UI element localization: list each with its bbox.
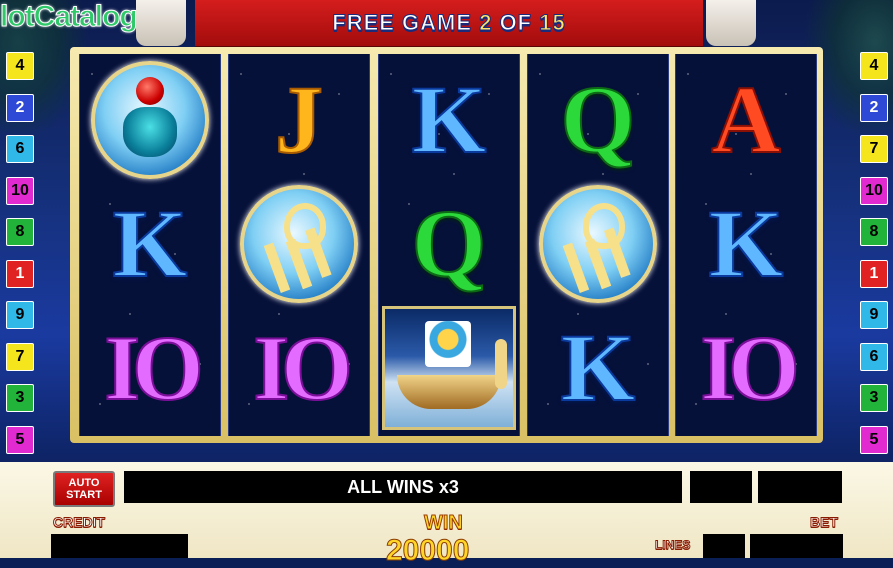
- autostart-line1: AUTO: [68, 477, 100, 489]
- payline-badge-left-10[interactable]: 10: [6, 176, 34, 205]
- bet-display: [750, 534, 843, 558]
- banner-of: OF: [499, 10, 533, 36]
- banner-current: 2: [479, 10, 493, 36]
- lines-label: LINES: [654, 538, 691, 553]
- reel-1-row-1: [80, 58, 220, 182]
- payline-badge-right-2[interactable]: 2: [860, 93, 888, 122]
- payline-badge-right-8[interactable]: 8: [860, 218, 888, 246]
- reel-3-row-2: Q: [379, 182, 519, 306]
- payline-badge-right-5[interactable]: 5: [860, 425, 888, 454]
- payline-badge-right-6[interactable]: 6: [860, 342, 888, 371]
- autostart-line2: START: [66, 489, 102, 501]
- watermark-logo: lotCatalog: [0, 0, 138, 34]
- payline-badge-left-3[interactable]: 3: [6, 384, 34, 412]
- reel-1-row-3: IO: [80, 306, 220, 430]
- payline-badge-right-9[interactable]: 9: [860, 301, 888, 329]
- reel-2-row-3: IO: [229, 306, 369, 430]
- bet-label: BET: [810, 514, 839, 531]
- credit-label: CREDIT: [52, 514, 106, 531]
- reel-4-row-1: Q: [528, 58, 668, 182]
- ship-symbol: [382, 306, 516, 430]
- symbol-k: K: [708, 190, 785, 297]
- payline-badge-left-9[interactable]: 9: [6, 301, 34, 329]
- reel-5-row-1: A: [676, 58, 816, 182]
- win-label: WIN: [424, 512, 464, 535]
- symbol-k: K: [112, 190, 189, 297]
- symbol-q: Q: [560, 66, 637, 173]
- reel-5: A K IO: [675, 54, 817, 436]
- payline-badge-left-6[interactable]: 6: [6, 135, 34, 163]
- reel-2: J IO: [228, 54, 370, 436]
- reel-4-row-2: [528, 182, 668, 306]
- payline-badge-right-4[interactable]: 4: [860, 52, 888, 80]
- statue-left: [136, 0, 186, 46]
- payline-badge-left-5[interactable]: 5: [6, 425, 34, 454]
- payline-badge-right-7[interactable]: 7: [860, 135, 888, 163]
- reel-1-row-2: K: [80, 182, 220, 306]
- symbol-10: IO: [699, 317, 800, 419]
- symbol-10: IO: [252, 317, 353, 419]
- reel-2-row-2: [229, 182, 369, 306]
- scarab-symbol: [91, 61, 209, 179]
- symbol-10: IO: [103, 317, 204, 419]
- statue-right: [706, 0, 756, 46]
- reel-3-row-3: [379, 306, 519, 430]
- lines-display: [703, 534, 745, 558]
- symbol-q: Q: [411, 190, 488, 297]
- info-box-2: [758, 471, 842, 503]
- reel-5-row-3: IO: [676, 306, 816, 430]
- symbol-j: J: [274, 66, 324, 173]
- payline-badge-left-8[interactable]: 8: [6, 218, 34, 246]
- reel-1: K IO: [79, 54, 221, 436]
- payline-badge-right-1[interactable]: 1: [860, 259, 888, 288]
- symbol-k: K: [560, 314, 637, 421]
- payline-badge-right-10[interactable]: 10: [860, 176, 888, 205]
- payline-badge-right-3[interactable]: 3: [860, 384, 888, 412]
- payline-badge-left-1[interactable]: 1: [6, 259, 34, 288]
- symbol-a: A: [710, 66, 781, 173]
- payline-badge-left-4[interactable]: 4: [6, 52, 34, 80]
- reel-2-row-1: J: [229, 58, 369, 182]
- reel-4-row-3: K: [528, 306, 668, 430]
- reel-4: QK: [527, 54, 669, 436]
- win-value: 20000: [385, 534, 470, 568]
- free-game-banner: FREE GAME 2 OF 15: [195, 0, 703, 48]
- payline-badge-left-2[interactable]: 2: [6, 93, 34, 122]
- reel-3-row-1: K: [379, 58, 519, 182]
- ankh-symbol: [539, 185, 657, 303]
- reel-5-row-2: K: [676, 182, 816, 306]
- message-bar: ALL WINS x3: [124, 471, 682, 503]
- autostart-button[interactable]: AUTO START: [53, 471, 115, 507]
- payline-badge-left-7[interactable]: 7: [6, 342, 34, 371]
- ankh-symbol: [240, 185, 358, 303]
- free-game-counter: FREE GAME 2 OF 15: [332, 10, 565, 36]
- credit-display: [51, 534, 188, 558]
- symbol-k: K: [411, 66, 488, 173]
- reel-3: KQ: [378, 54, 520, 436]
- info-box-1: [690, 471, 752, 503]
- banner-total: 15: [539, 10, 566, 36]
- banner-prefix: FREE GAME: [332, 10, 473, 36]
